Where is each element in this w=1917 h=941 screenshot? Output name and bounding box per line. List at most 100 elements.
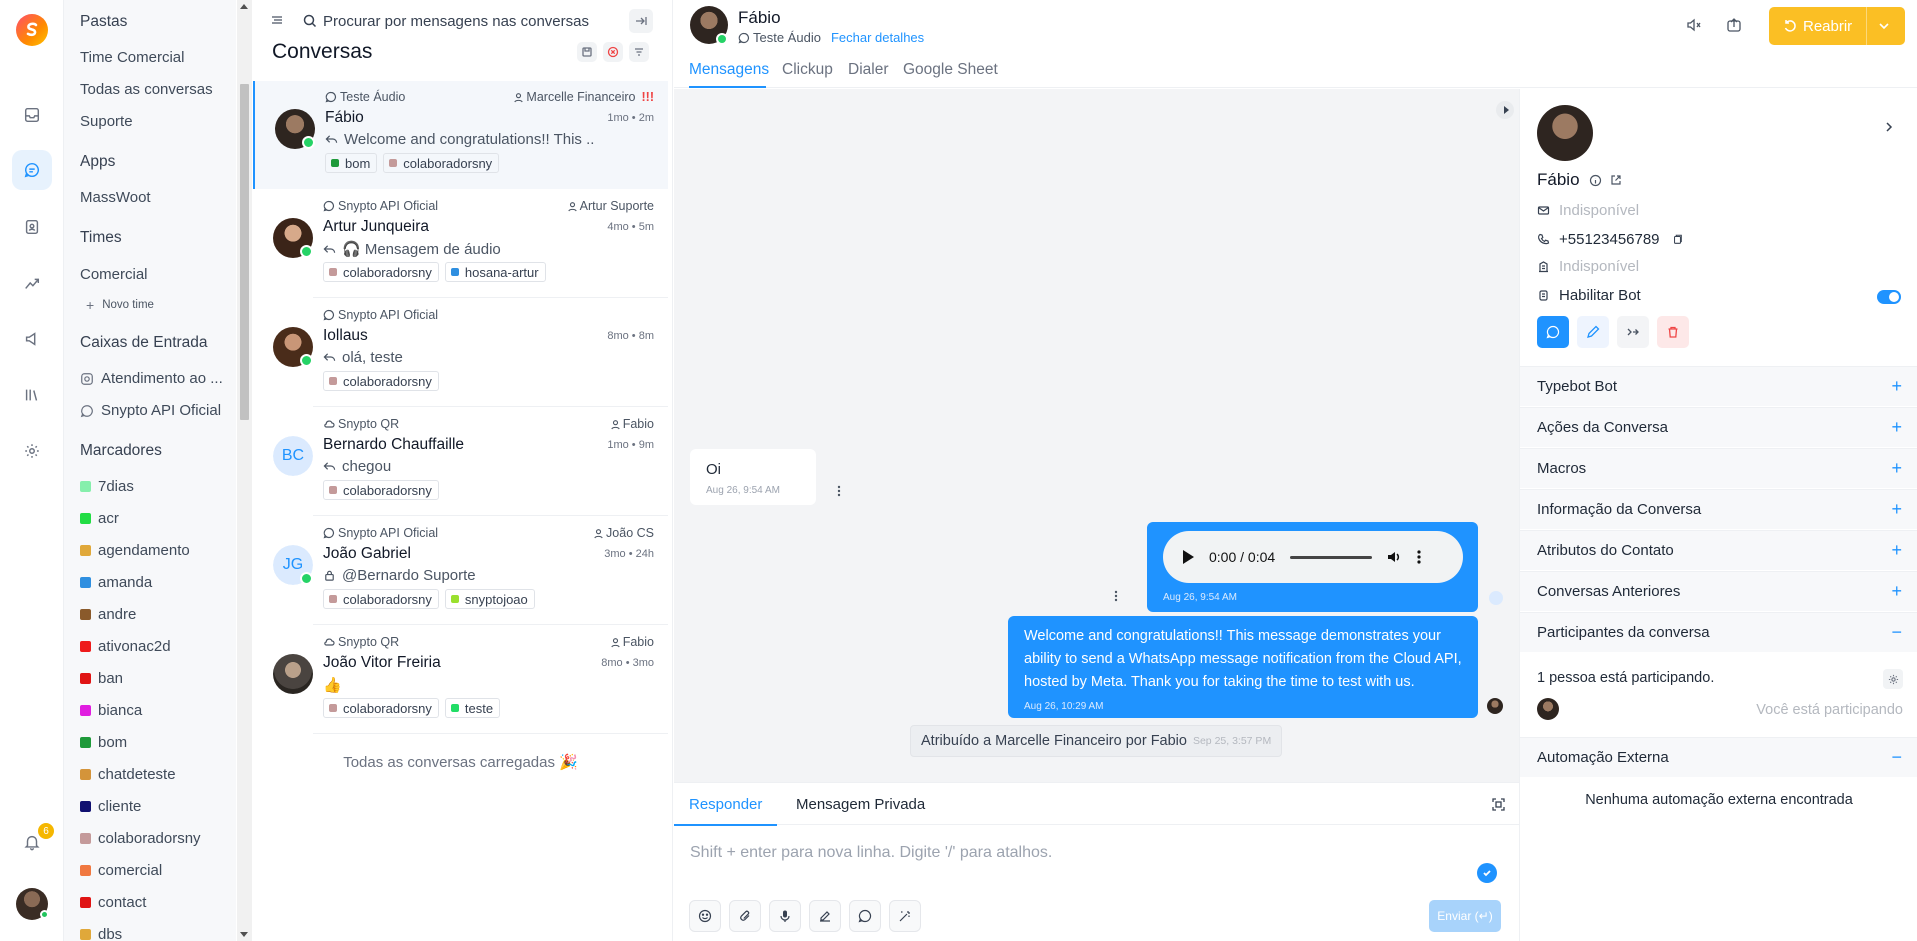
conversation-inbox: Snypto API Oficial (323, 526, 438, 540)
label-item[interactable]: bianca (80, 702, 142, 719)
activity-time: Sep 25, 3:57 PM (1192, 735, 1272, 747)
section-participants[interactable]: Participantes da conversa − (1520, 612, 1917, 652)
enable-bot-toggle[interactable] (1877, 290, 1901, 304)
composer-input[interactable]: Shift + enter para nova linha. Digite '/… (690, 844, 1470, 872)
folder-item[interactable]: Suporte (80, 113, 133, 130)
signature-button[interactable] (809, 900, 841, 932)
avatar-initials: BC (273, 436, 313, 476)
message-menu-icon[interactable] (1114, 590, 1118, 602)
scroll-up-arrow-icon[interactable] (240, 4, 248, 9)
scroll-down-arrow-icon[interactable] (240, 932, 248, 937)
label-item[interactable]: colaboradorsny (80, 830, 201, 847)
settings-icon[interactable] (12, 431, 52, 471)
send-button[interactable]: Enviar (↵) (1429, 900, 1501, 932)
library-icon[interactable] (12, 375, 52, 415)
folder-item[interactable]: Time Comercial (80, 49, 184, 66)
label-item[interactable]: bom (80, 734, 127, 751)
external-link-icon[interactable] (1610, 174, 1622, 186)
search-input[interactable] (323, 12, 623, 30)
inbox-item-atendimento[interactable]: Atendimento ao ... (80, 370, 223, 387)
section-macros[interactable]: Macros + (1520, 448, 1917, 488)
label-item[interactable]: contact (80, 894, 146, 911)
conversation-item[interactable]: BC Snypto QR Fabio Bernardo Chauffaille … (253, 408, 668, 516)
tab-reply[interactable]: Responder (689, 796, 762, 813)
campaigns-icon[interactable] (12, 319, 52, 359)
conversations-icon[interactable] (12, 150, 52, 190)
section-conversation-actions[interactable]: Ações da Conversa + (1520, 407, 1917, 447)
label-item[interactable]: acr (80, 510, 119, 527)
audio-seek-bar[interactable] (1290, 555, 1373, 559)
edit-contact-button[interactable] (1577, 316, 1609, 348)
toggle-sidebar-icon[interactable] (271, 14, 283, 26)
emoji-button[interactable] (689, 900, 721, 932)
play-icon[interactable] (1183, 550, 1194, 564)
ai-assist-button[interactable] (889, 900, 921, 932)
merge-icon (1627, 328, 1639, 336)
inbox-icon[interactable] (12, 95, 52, 135)
toggle-panel-button[interactable] (1496, 101, 1514, 119)
section-typebot-bot[interactable]: Typebot Bot + (1520, 366, 1917, 406)
section-previous-conversations[interactable]: Conversas Anteriores + (1520, 571, 1917, 611)
whatsapp-icon (323, 527, 335, 539)
delete-contact-button[interactable] (1657, 316, 1689, 348)
reopen-button[interactable]: Reabrir (1769, 7, 1905, 45)
label-item[interactable]: andre (80, 606, 136, 623)
label-item[interactable]: cliente (80, 798, 141, 815)
conversation-item[interactable]: Snypto API Oficial Iollaus 8mo • 8m olá,… (253, 299, 668, 407)
label-item[interactable]: agendamento (80, 542, 190, 559)
team-item-comercial[interactable]: Comercial (80, 266, 148, 283)
audio-player[interactable]: 0:00 / 0:04 (1163, 531, 1463, 583)
folder-item[interactable]: Todas as conversas (80, 81, 213, 98)
conversation-item[interactable]: JG Snypto API Oficial João CS João Gabri… (253, 517, 668, 625)
expand-editor-icon[interactable] (1492, 798, 1505, 811)
new-team-button[interactable]: + Novo time (86, 297, 154, 313)
whatsapp-template-button[interactable] (849, 900, 881, 932)
contact-company: Indisponível (1559, 258, 1640, 275)
sender-avatar (1487, 698, 1503, 714)
lock-icon (325, 570, 334, 581)
save-filter-button[interactable] (577, 42, 597, 62)
message-menu-icon[interactable] (837, 485, 841, 497)
conversation-assignee: Fabio (610, 635, 654, 649)
section-contact-attributes[interactable]: Atributos do Contato + (1520, 530, 1917, 570)
label-item[interactable]: comercial (80, 862, 162, 879)
section-external-automation[interactable]: Automação Externa − (1520, 737, 1917, 777)
contacts-icon[interactable] (12, 207, 52, 247)
label-item[interactable]: ativonac2d (80, 638, 171, 655)
label-item[interactable]: dbs (80, 926, 122, 941)
chevron-right-icon[interactable] (1884, 121, 1894, 133)
section-conversation-info[interactable]: Informação da Conversa + (1520, 489, 1917, 529)
plus-icon: + (1891, 540, 1902, 560)
chevron-down-icon[interactable] (1878, 20, 1890, 32)
info-icon[interactable] (1589, 174, 1602, 187)
more-vertical-icon[interactable] (1417, 550, 1421, 564)
mute-icon[interactable] (1686, 17, 1702, 33)
clear-filter-button[interactable] (603, 42, 623, 62)
app-item-masswoot[interactable]: MassWoot (80, 189, 151, 206)
checkmark-circle-icon[interactable] (1477, 863, 1497, 883)
collapse-list-button[interactable] (629, 9, 653, 33)
inbox-item-snypto-api[interactable]: Snypto API Oficial (80, 402, 221, 419)
share-icon[interactable] (1726, 17, 1742, 33)
audio-record-button[interactable] (769, 900, 801, 932)
you-are-participating[interactable]: Você está participando (1756, 702, 1903, 718)
scrollbar-thumb[interactable] (240, 84, 249, 420)
app-logo[interactable] (16, 14, 48, 46)
label-item[interactable]: chatdeteste (80, 766, 176, 783)
tab-private-note[interactable]: Mensagem Privada (796, 796, 925, 813)
conversation-item[interactable]: Snypto QR Fabio João Vitor Freiria 8mo •… (253, 626, 668, 734)
label-item[interactable]: ban (80, 670, 123, 687)
cloud-icon (324, 638, 335, 646)
reports-icon[interactable] (12, 263, 52, 303)
merge-contact-button[interactable] (1617, 316, 1649, 348)
filter-button[interactable] (629, 42, 649, 62)
conversation-item[interactable]: Teste Áudio Marcelle Financeiro !!! Fábi… (253, 81, 668, 189)
copy-icon[interactable] (1672, 234, 1683, 245)
label-item[interactable]: 7dias (80, 478, 134, 495)
participants-settings-button[interactable] (1883, 669, 1903, 689)
label-item[interactable]: amanda (80, 574, 152, 591)
attach-button[interactable] (729, 900, 761, 932)
volume-icon[interactable] (1386, 549, 1402, 565)
new-message-button[interactable] (1537, 316, 1569, 348)
conversation-item[interactable]: Snypto API Oficial Artur Suporte Artur J… (253, 190, 668, 298)
